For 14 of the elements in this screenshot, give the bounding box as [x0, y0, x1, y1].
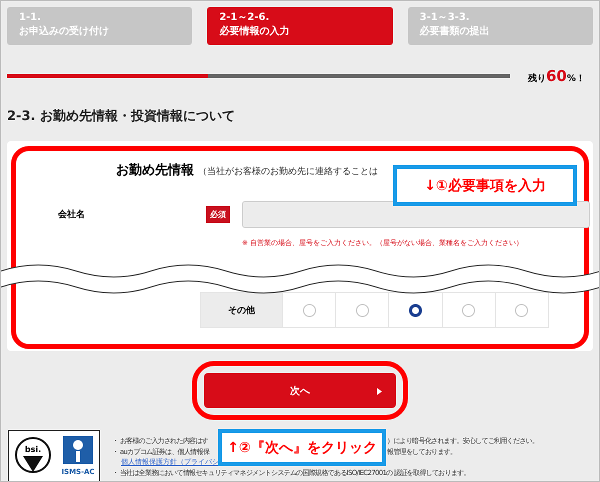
row-label: その他: [201, 293, 282, 327]
required-badge: 必須: [206, 206, 230, 223]
company-name-field[interactable]: [242, 201, 590, 228]
caret-icon: [377, 388, 382, 395]
annotation-callout: ↓①必要事項を入力: [393, 165, 577, 206]
form-title: お勤め先情報: [116, 162, 194, 179]
annotation-callout: ↑②『次へ』をクリック: [218, 429, 386, 466]
next-button[interactable]: 次へ: [204, 373, 396, 408]
bsi-logo-icon: bsi.: [14, 434, 52, 474]
radio-button[interactable]: [408, 304, 422, 316]
field-label: 会社名: [58, 208, 86, 221]
section-title: 2-3. お勤め先情報・投資情報について: [6, 108, 236, 125]
title-note: （当社がお客様のお勤め先に連絡することは: [198, 166, 378, 178]
remaining-label: 残り60%！: [528, 67, 585, 85]
